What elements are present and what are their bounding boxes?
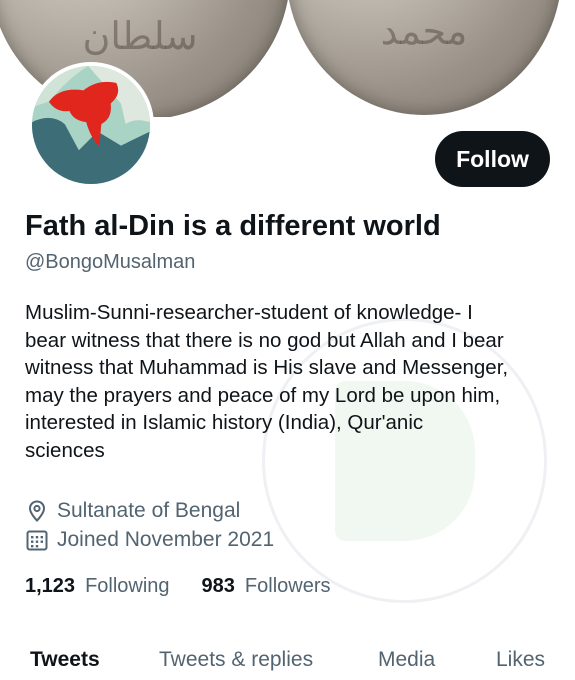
location-pin-icon bbox=[25, 499, 49, 523]
coin-image-right: محمد bbox=[286, 0, 562, 115]
followers-link[interactable]: 983 Followers bbox=[202, 575, 331, 598]
bio-line: bear witness that there is no god but Al… bbox=[25, 328, 504, 352]
bio-line: witness that Muhammad is His slave and M… bbox=[25, 356, 509, 380]
coin-right-engraving: محمد bbox=[380, 9, 468, 53]
bio-line: Muslim-Sunni-researcher-student of knowl… bbox=[25, 301, 473, 324]
display-name: Fath al-Din is a different world bbox=[25, 210, 441, 242]
following-label: Following bbox=[85, 575, 170, 597]
avatar[interactable] bbox=[28, 62, 154, 188]
profile-page: سلطان محمد Follow Fath al-Din is a diffe… bbox=[0, 0, 575, 680]
calendar-icon bbox=[25, 528, 49, 552]
tab-tweets[interactable]: Tweets bbox=[30, 648, 100, 672]
bio-line: interested in Islamic history (India), Q… bbox=[25, 411, 424, 435]
location-text: Sultanate of Bengal bbox=[57, 499, 241, 522]
follow-button[interactable]: Follow bbox=[435, 131, 550, 187]
location-row: Sultanate of Bengal bbox=[25, 499, 240, 523]
bio-line: may the prayers and peace of my Lord be … bbox=[25, 383, 501, 407]
coin-left-engraving: سلطان bbox=[82, 14, 198, 58]
profile-tabs: Tweets Tweets & replies Media Likes bbox=[0, 648, 575, 680]
joined-text: Joined November 2021 bbox=[57, 528, 275, 551]
tab-tweets-and-replies[interactable]: Tweets & replies bbox=[159, 648, 313, 672]
tab-likes[interactable]: Likes bbox=[496, 648, 545, 672]
avatar-map-image bbox=[32, 66, 150, 184]
tab-media[interactable]: Media bbox=[378, 648, 435, 672]
user-handle: @BongoMusalman bbox=[25, 251, 196, 273]
bio: Muslim-Sunni-researcher-student of knowl… bbox=[25, 299, 553, 465]
followers-count: 983 bbox=[201, 575, 235, 597]
followers-label: Followers bbox=[244, 575, 331, 597]
bio-line: sciences bbox=[25, 438, 105, 462]
joined-row: Joined November 2021 bbox=[25, 528, 274, 552]
follow-stats: 1,123 Following 983 Followers bbox=[25, 575, 331, 598]
following-link[interactable]: 1,123 Following bbox=[25, 575, 170, 598]
following-count: 1,123 bbox=[25, 575, 76, 597]
